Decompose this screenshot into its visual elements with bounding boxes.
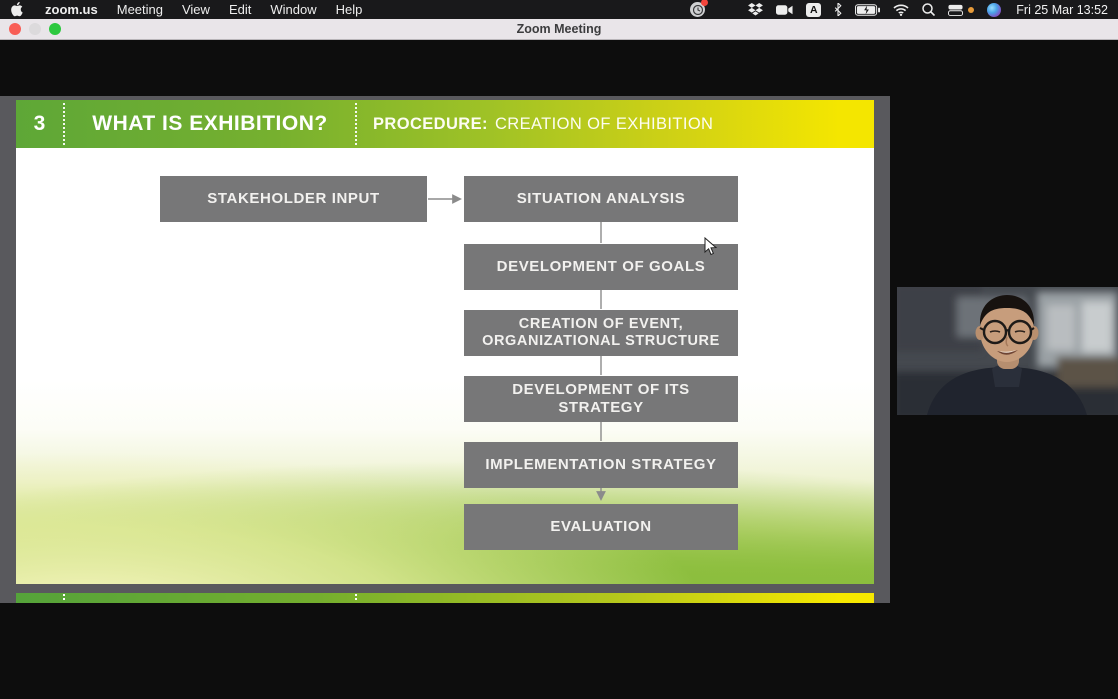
header-divider-2 — [355, 103, 357, 145]
mouse-cursor — [704, 237, 718, 257]
notification-dot — [701, 0, 708, 6]
wifi-icon[interactable] — [893, 2, 909, 18]
flowchart-connectors — [16, 100, 874, 584]
flow-box-situation-analysis: SITUATION ANALYSIS — [464, 176, 738, 222]
spotlight-search-icon[interactable] — [922, 2, 935, 18]
menu-edit[interactable]: Edit — [229, 0, 251, 19]
zoom-window-titlebar[interactable]: Zoom Meeting — [0, 19, 1118, 40]
presentation-slide: 3 WHAT IS EXHIBITION? PROCEDURE: CREATIO… — [16, 100, 874, 584]
meeting-content-area: 3 WHAT IS EXHIBITION? PROCEDURE: CREATIO… — [0, 40, 1118, 699]
meeting-app-badge-icon[interactable] — [690, 2, 705, 17]
next-slide-sliver — [16, 593, 874, 603]
sliver-divider-1 — [63, 594, 65, 602]
sliver-divider-2 — [355, 594, 357, 602]
flow-box-stakeholder-input: STAKEHOLDER INPUT — [160, 176, 427, 222]
flow-box-implementation: IMPLEMENTATION STRATEGY — [464, 442, 738, 488]
fast-user-switching-icon[interactable] — [948, 2, 963, 18]
dropbox-icon[interactable] — [748, 2, 763, 18]
menu-view[interactable]: View — [182, 0, 210, 19]
menu-meeting[interactable]: Meeting — [117, 0, 163, 19]
presenter-webcam-image — [897, 287, 1118, 415]
slide-header: 3 WHAT IS EXHIBITION? PROCEDURE: CREATIO… — [16, 100, 874, 148]
status-dot-icon — [968, 7, 974, 13]
bluetooth-icon[interactable] — [834, 2, 842, 18]
apple-menu-icon[interactable] — [10, 2, 24, 17]
shared-screen-region: 3 WHAT IS EXHIBITION? PROCEDURE: CREATIO… — [0, 96, 890, 603]
participant-video-tile[interactable] — [897, 287, 1118, 415]
slide-title: WHAT IS EXHIBITION? — [65, 100, 355, 148]
subtitle-text: CREATION OF EXHIBITION — [495, 115, 713, 134]
flow-box-development-strategy: DEVELOPMENT OF ITS STRATEGY — [464, 376, 738, 422]
input-source-icon[interactable]: A — [806, 3, 821, 17]
menu-help[interactable]: Help — [336, 0, 363, 19]
battery-charging-icon[interactable] — [855, 2, 880, 18]
video-camera-icon[interactable] — [776, 2, 793, 18]
slide-subtitle: PROCEDURE: CREATION OF EXHIBITION — [373, 100, 713, 148]
menu-bar-clock[interactable]: Fri 25 Mar 13:52 — [1016, 3, 1108, 17]
siri-icon[interactable] — [987, 3, 1001, 17]
menu-zoom-us[interactable]: zoom.us — [45, 0, 98, 19]
flow-box-creation-of-event: CREATION OF EVENT, ORGANIZATIONAL STRUCT… — [464, 310, 738, 356]
slide-number: 3 — [16, 100, 63, 148]
window-title: Zoom Meeting — [0, 19, 1118, 40]
flow-box-evaluation: EVALUATION — [464, 504, 738, 550]
menu-window[interactable]: Window — [270, 0, 316, 19]
subtitle-label: PROCEDURE: — [373, 115, 488, 134]
macos-menu-bar: zoom.us Meeting View Edit Window Help A — [0, 0, 1118, 19]
flow-box-development-of-goals: DEVELOPMENT OF GOALS — [464, 244, 738, 290]
